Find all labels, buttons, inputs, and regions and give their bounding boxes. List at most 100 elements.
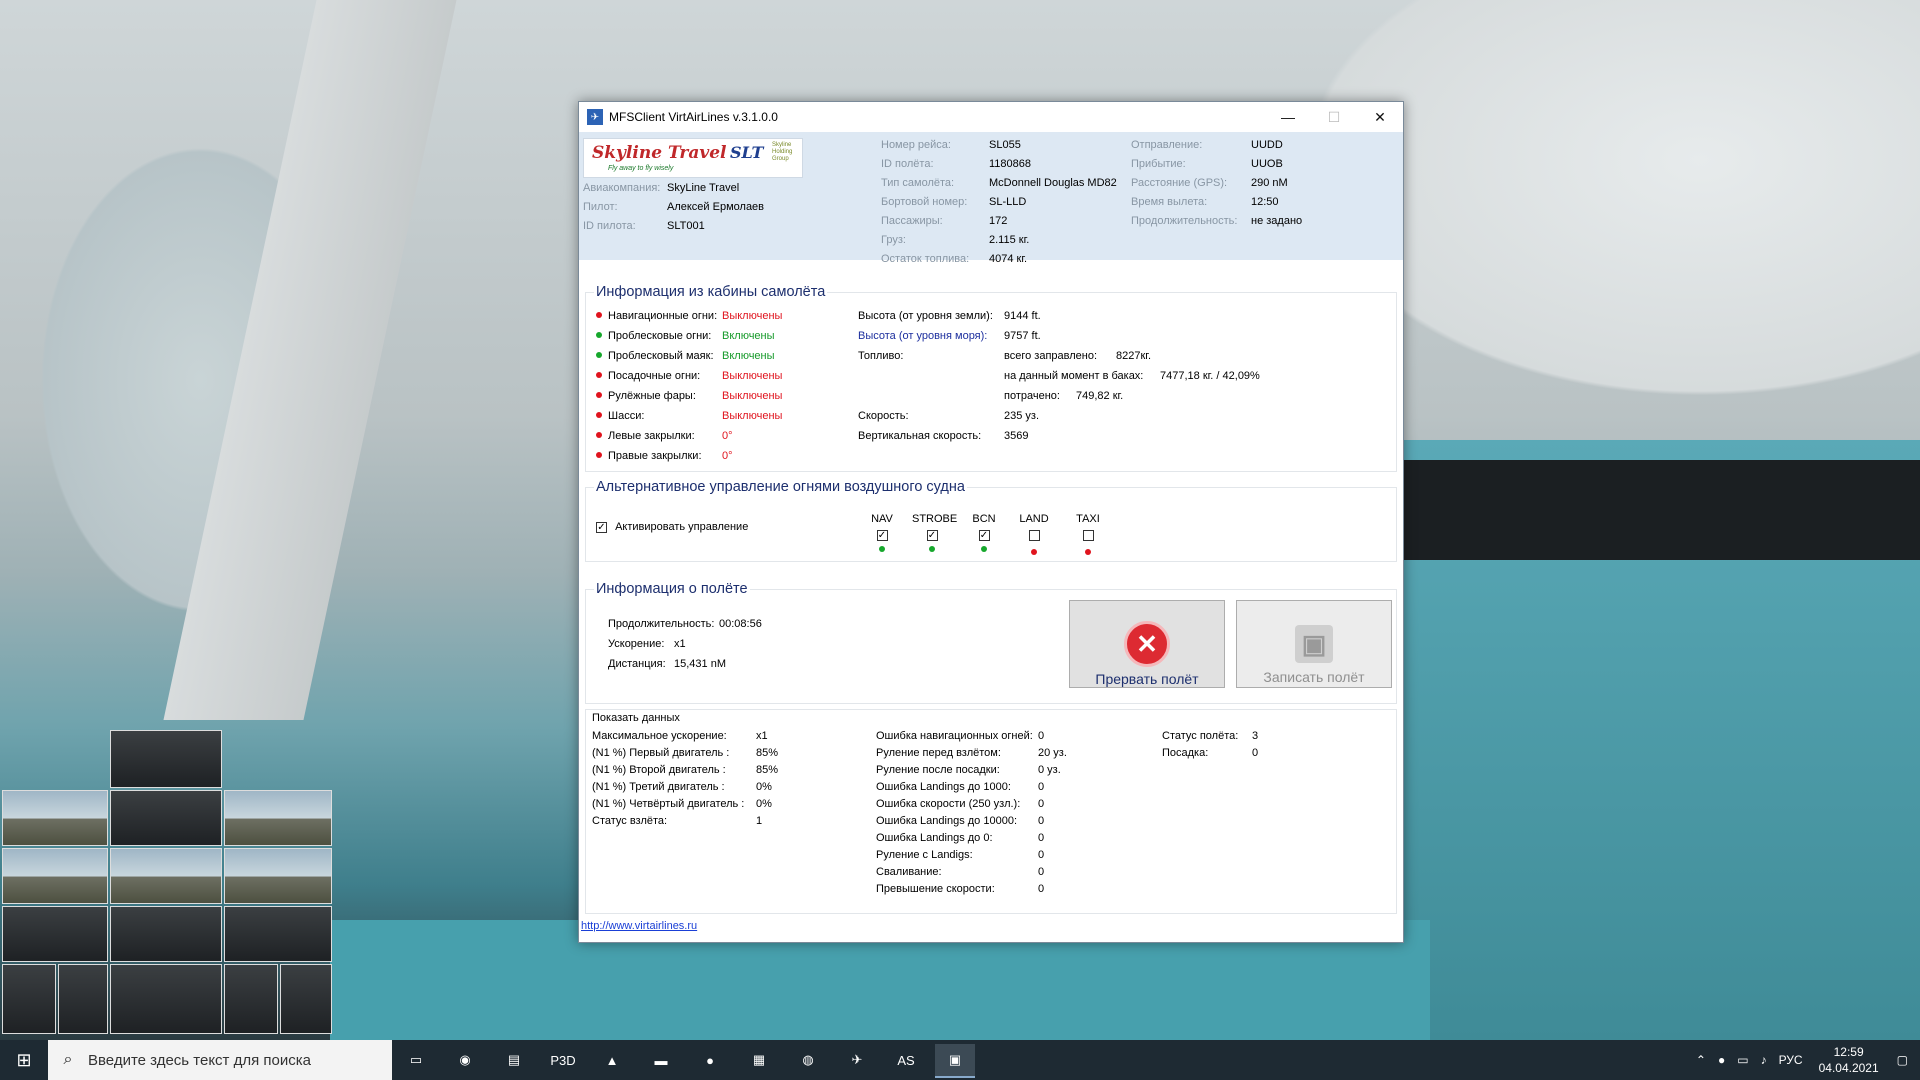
logo-group: Skyline Holding Group — [772, 142, 793, 162]
acceleration-value: x1 — [674, 638, 686, 650]
stat-label: Ошибка Landings до 0: — [876, 832, 993, 844]
tray-chevron-icon[interactable]: ⌃ — [1690, 1053, 1712, 1067]
alt-lights-section: Альтернативное управление огнями воздушн… — [585, 479, 1397, 562]
cockpit-light-label: Правые закрылки: — [608, 450, 702, 462]
alt-lights-title: Альтернативное управление огнями воздушн… — [594, 479, 967, 495]
cockpit-light-row: Проблесковые огни: — [596, 330, 711, 342]
cockpit-light-label: Посадочные огни: — [608, 370, 701, 382]
logo-tagline: Fly away to fly wisely — [608, 165, 674, 172]
microphone-icon[interactable]: ● — [1712, 1053, 1731, 1067]
volume-icon[interactable]: ♪ — [1755, 1053, 1773, 1067]
cockpit-light-row: Шасси: — [596, 410, 644, 422]
camera-thumbnail[interactable] — [280, 964, 332, 1034]
speed-label: Скорость: — [858, 410, 909, 422]
save-flight-button[interactable]: ▣ Записать полёт — [1236, 600, 1392, 688]
logo-slt: SLT — [730, 143, 764, 162]
stat-label: Сваливание: — [876, 866, 942, 878]
acceleration-label: Ускорение: — [608, 638, 665, 650]
distance-value: 290 nM — [1251, 177, 1288, 189]
activate-control-label: Активировать управление — [615, 521, 749, 533]
minimize-button[interactable]: — — [1265, 102, 1311, 132]
fuel-used-label: потрачено: — [1004, 390, 1060, 402]
light-toggle-checkbox[interactable]: ✓ — [978, 530, 990, 541]
light-toggle-bcn: BCN ✓ — [964, 513, 1004, 552]
pilot-value: Алексей Ермолаев — [667, 201, 765, 213]
tail-value: SL-LLD — [989, 196, 1027, 208]
stat-label: (N1 %) Четвёртый двигатель : — [592, 798, 745, 810]
cockpit-window-pillar — [163, 0, 457, 720]
stat-label: (N1 %) Первый двигатель : — [592, 747, 730, 759]
camera-thumbnail[interactable] — [2, 906, 108, 962]
abort-flight-button[interactable]: ✕ Прервать полёт — [1069, 600, 1225, 688]
website-link[interactable]: http://www.virtairlines.ru — [581, 920, 697, 932]
language-indicator[interactable]: РУС — [1773, 1053, 1809, 1067]
camera-thumbnail[interactable] — [58, 964, 108, 1034]
light-toggle-label: LAND — [1019, 513, 1049, 525]
fuel-total-value: 8227кг. — [1116, 350, 1152, 362]
clock[interactable]: 12:59 04.04.2021 — [1809, 1044, 1889, 1076]
task-view-icon[interactable]: ▭ — [396, 1044, 436, 1076]
vertical-speed-value: 3569 — [1004, 430, 1029, 442]
aircraft-app-icon[interactable]: ✈ — [837, 1044, 877, 1076]
cockpit-light-row: Проблесковый маяк: — [596, 350, 714, 362]
calculator-icon[interactable]: ▦ — [739, 1044, 779, 1076]
camera-thumbnail[interactable] — [110, 964, 222, 1034]
chrome-icon[interactable]: ◉ — [445, 1044, 485, 1076]
notifications-icon[interactable]: ▢ — [1889, 1053, 1920, 1067]
taskbar-search-input[interactable]: ⌕ Введите здесь текст для поиска — [48, 1040, 392, 1080]
camera-thumbnail[interactable] — [110, 790, 222, 846]
camera-thumbnail[interactable] — [224, 848, 332, 904]
window-title: MFSClient VirtAirLines v.3.1.0.0 — [609, 110, 778, 124]
camera-thumbnail[interactable] — [224, 964, 278, 1034]
cockpit-light-value: Выключены — [722, 370, 783, 382]
light-toggle-checkbox[interactable] — [1082, 530, 1094, 541]
cockpit-light-row: Рулёжные фары: — [596, 390, 696, 402]
light-toggle-label: NAV — [871, 513, 893, 525]
light-toggle-label: TAXI — [1076, 513, 1100, 525]
stat-label: Статус взлёта: — [592, 815, 668, 827]
browser-icon[interactable]: ◍ — [788, 1044, 828, 1076]
maximize-button[interactable]: ☐ — [1311, 102, 1357, 132]
status-dot — [596, 452, 602, 458]
globe-app-icon[interactable]: ● — [690, 1044, 730, 1076]
window-titlebar[interactable]: ✈ MFSClient VirtAirLines v.3.1.0.0 — ☐ ✕ — [579, 102, 1403, 132]
pilot-label: Пилот: — [583, 201, 618, 213]
activate-checkbox-box[interactable]: ✓ — [596, 522, 607, 533]
camera-thumbnail[interactable] — [110, 906, 222, 962]
light-toggle-checkbox[interactable]: ✓ — [876, 530, 888, 541]
light-toggle-checkbox[interactable] — [1028, 530, 1040, 541]
camera-thumbnail[interactable] — [2, 964, 56, 1034]
camera-thumbnail[interactable] — [224, 906, 332, 962]
logo-brand: Skyline Travel — [592, 143, 727, 163]
camera-thumbnail[interactable] — [2, 848, 108, 904]
close-button[interactable]: ✕ — [1357, 102, 1403, 132]
alt-msl-label: Высота (от уровня моря): — [858, 330, 988, 342]
departure-value: UUDD — [1251, 139, 1283, 151]
activate-control-checkbox[interactable]: ✓ Активировать управление — [596, 521, 748, 533]
p3d-icon[interactable]: P3D — [543, 1044, 583, 1076]
camera-thumbnail[interactable] — [110, 730, 222, 788]
app-window-icon[interactable]: ▤ — [494, 1044, 534, 1076]
cockpit-light-label: Проблесковые огни: — [608, 330, 712, 342]
cockpit-light-value: Выключены — [722, 390, 783, 402]
camera-thumbnail[interactable] — [2, 790, 108, 846]
flight-info-title: Информация о полёте — [594, 581, 750, 597]
camera-thumbnail[interactable] — [110, 848, 222, 904]
light-toggle-checkbox[interactable]: ✓ — [926, 530, 938, 541]
fuel-label: Топливо: — [858, 350, 904, 362]
cockpit-light-row: Левые закрылки: — [596, 430, 695, 442]
stats-section: Показать данных Максимальное ускорение: x… — [585, 709, 1397, 914]
camera-thumbnail[interactable] — [224, 790, 332, 846]
network-icon[interactable]: ▭ — [1731, 1053, 1754, 1067]
mfsclient-taskbar-icon[interactable]: ▣ — [935, 1044, 975, 1078]
flight-info-section: Информация о полёте Продолжительность: 0… — [585, 581, 1397, 704]
cockpit-light-label: Проблесковый маяк: — [608, 350, 714, 362]
stat-label: Ошибка скорости (250 узл.): — [876, 798, 1021, 810]
windows-start-icon[interactable]: ⊞ — [0, 1040, 48, 1080]
drive-icon[interactable]: ▲ — [592, 1044, 632, 1076]
file-explorer-icon[interactable]: ▬ — [641, 1044, 681, 1076]
as-app-icon[interactable]: AS — [886, 1044, 926, 1076]
status-dot — [929, 546, 935, 552]
stat-value: 0 — [1252, 747, 1259, 759]
cockpit-light-value: Включены — [722, 330, 775, 342]
